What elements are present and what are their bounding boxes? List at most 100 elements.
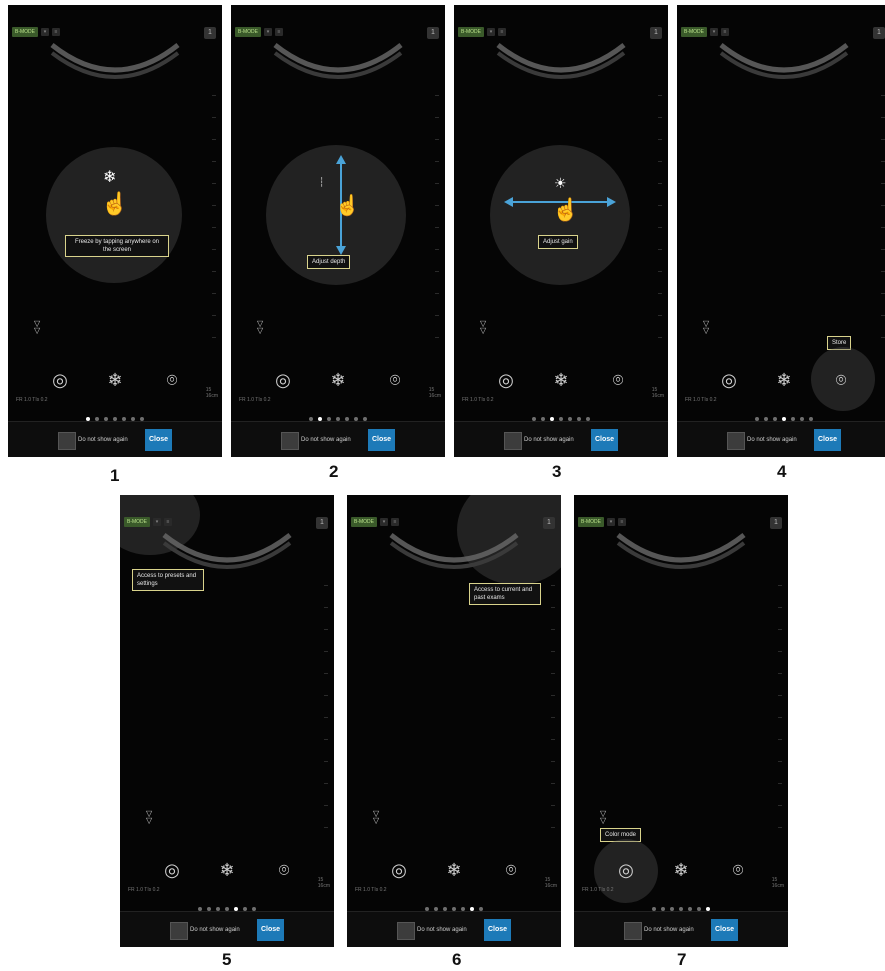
close-button[interactable]: Close	[368, 429, 395, 451]
depth-readout: 15 16cm	[318, 877, 330, 889]
hand-pointer-icon: ☝	[335, 195, 360, 217]
step-number: 2	[329, 462, 339, 481]
double-chevron-down-icon[interactable]: ▽ ▽	[600, 810, 606, 825]
tutorial-footer: Do not show again Close	[677, 421, 885, 457]
do-not-show-checkbox[interactable]	[504, 432, 522, 450]
tutorial-screen-6: B-MODE ▾ ≡ 1 Access to current and past …	[347, 495, 561, 947]
acoustic-output-readout: FR 1.0 TIs 0.2	[16, 397, 48, 403]
probe-icon[interactable]: ◎	[614, 859, 638, 881]
ultrasound-image-arc	[50, 43, 180, 79]
snowflake-icon[interactable]: ❄	[215, 859, 239, 881]
camera-icon[interactable]: ⌾	[606, 369, 630, 391]
double-chevron-down-icon[interactable]: ▽ ▽	[257, 320, 263, 335]
probe-icon[interactable]: ◎	[387, 859, 411, 881]
tutorial-screen-4: B-MODE ▾ ≡ 1 ▽ ▽ Store ◎ ❄ ⌾ FR 1.0 TIs 0…	[677, 5, 885, 457]
ultrasound-image-arc	[389, 533, 519, 569]
exam-user-icon[interactable]: 1	[543, 517, 555, 529]
double-chevron-down-icon[interactable]: ▽ ▽	[480, 320, 486, 335]
exam-user-icon[interactable]: 1	[873, 27, 885, 39]
do-not-show-checkbox[interactable]	[397, 922, 415, 940]
exam-user-icon[interactable]: 1	[770, 517, 782, 529]
close-button[interactable]: Close	[711, 919, 738, 941]
ultrasound-image-arc	[496, 43, 626, 79]
mode-badge[interactable]: B-MODE	[458, 27, 484, 37]
snowflake-icon: ❄	[103, 169, 117, 186]
ultrasound-image-arc	[273, 43, 403, 79]
ultrasound-image-arc	[616, 533, 746, 569]
double-chevron-down-icon[interactable]: ▽ ▽	[146, 810, 152, 825]
depth-value: 16cm	[317, 883, 330, 889]
probe-icon[interactable]: ◎	[494, 369, 518, 391]
tutorial-footer: Do not show again Close	[8, 421, 222, 457]
double-chevron-down-icon[interactable]: ▽ ▽	[373, 810, 379, 825]
close-button[interactable]: Close	[591, 429, 618, 451]
do-not-show-checkbox[interactable]	[727, 432, 745, 450]
exam-user-icon[interactable]: 1	[204, 27, 216, 39]
close-button[interactable]: Close	[145, 429, 172, 451]
camera-icon[interactable]: ⌾	[829, 369, 853, 391]
do-not-show-label: Do not show again	[747, 437, 797, 443]
camera-icon[interactable]: ⌾	[383, 369, 407, 391]
mode-badge[interactable]: B-MODE	[12, 27, 38, 37]
mode-badge[interactable]: B-MODE	[124, 517, 150, 527]
tutorial-footer: Do not show again Close	[120, 911, 334, 947]
snowflake-icon[interactable]: ❄	[326, 369, 350, 391]
depth-scale	[324, 585, 328, 835]
bottom-toolbar: ◎ ❄ ⌾	[347, 853, 561, 889]
tutorial-footer: Do not show again Close	[574, 911, 788, 947]
snowflake-icon[interactable]: ❄	[442, 859, 466, 881]
snowflake-icon[interactable]: ❄	[549, 369, 573, 391]
mode-badge[interactable]: B-MODE	[351, 517, 377, 527]
camera-icon[interactable]: ⌾	[726, 859, 750, 881]
tutorial-screen-5: B-MODE ▾ ≡ 1 Access to presets and setti…	[120, 495, 334, 947]
camera-icon[interactable]: ⌾	[272, 859, 296, 881]
sun-icon: ☀	[554, 175, 567, 191]
step-number: 4	[777, 462, 787, 481]
close-button[interactable]: Close	[484, 919, 511, 941]
double-chevron-down-icon[interactable]: ▽ ▽	[34, 320, 40, 335]
snowflake-icon[interactable]: ❄	[103, 369, 127, 391]
bottom-toolbar: ◎ ❄ ⌾	[574, 853, 788, 889]
acoustic-output-readout: FR 1.0 TIs 0.2	[355, 887, 387, 893]
probe-icon[interactable]: ◎	[48, 369, 72, 391]
tutorial-footer: Do not show again Close	[454, 421, 668, 457]
do-not-show-checkbox[interactable]	[58, 432, 76, 450]
bottom-toolbar: ◎ ❄ ⌾	[454, 363, 668, 399]
mode-badge[interactable]: B-MODE	[681, 27, 707, 37]
probe-icon[interactable]: ◎	[160, 859, 184, 881]
depth-scale	[658, 95, 662, 345]
do-not-show-label: Do not show again	[524, 437, 574, 443]
acoustic-output-readout: FR 1.0 TIs 0.2	[128, 887, 160, 893]
step-number: 1	[110, 466, 120, 485]
exam-user-icon[interactable]: 1	[427, 27, 439, 39]
depth-value: 16cm	[771, 883, 784, 889]
snowflake-icon[interactable]: ❄	[669, 859, 693, 881]
acoustic-output-readout: FR 1.0 TIs 0.2	[685, 397, 717, 403]
snowflake-icon[interactable]: ❄	[772, 369, 796, 391]
acoustic-output-readout: FR 1.0 TIs 0.2	[239, 397, 271, 403]
depth-scale	[212, 95, 216, 345]
step-number: 6	[452, 950, 462, 969]
hand-pointer-icon: ☝	[101, 191, 129, 216]
close-button[interactable]: Close	[257, 919, 284, 941]
hint-label: Adjust gain	[538, 235, 578, 249]
hint-label: Freeze by tapping anywhere on the screen	[65, 235, 169, 257]
do-not-show-checkbox[interactable]	[281, 432, 299, 450]
depth-readout: 15 16cm	[206, 387, 218, 399]
acoustic-output-readout: FR 1.0 TIs 0.2	[582, 887, 614, 893]
probe-icon[interactable]: ◎	[271, 369, 295, 391]
mode-badge[interactable]: B-MODE	[578, 517, 604, 527]
step-number: 5	[222, 950, 232, 969]
close-button[interactable]: Close	[814, 429, 841, 451]
mode-badge[interactable]: B-MODE	[235, 27, 261, 37]
do-not-show-checkbox[interactable]	[624, 922, 642, 940]
exam-user-icon[interactable]: 1	[650, 27, 662, 39]
double-chevron-down-icon[interactable]: ▽ ▽	[703, 320, 709, 335]
camera-icon[interactable]: ⌾	[160, 369, 184, 391]
camera-icon[interactable]: ⌾	[499, 859, 523, 881]
hand-pointer-icon: ☝	[552, 197, 580, 222]
do-not-show-checkbox[interactable]	[170, 922, 188, 940]
exam-user-icon[interactable]: 1	[316, 517, 328, 529]
hint-label: Access to presets and settings	[132, 569, 204, 591]
probe-icon[interactable]: ◎	[717, 369, 741, 391]
